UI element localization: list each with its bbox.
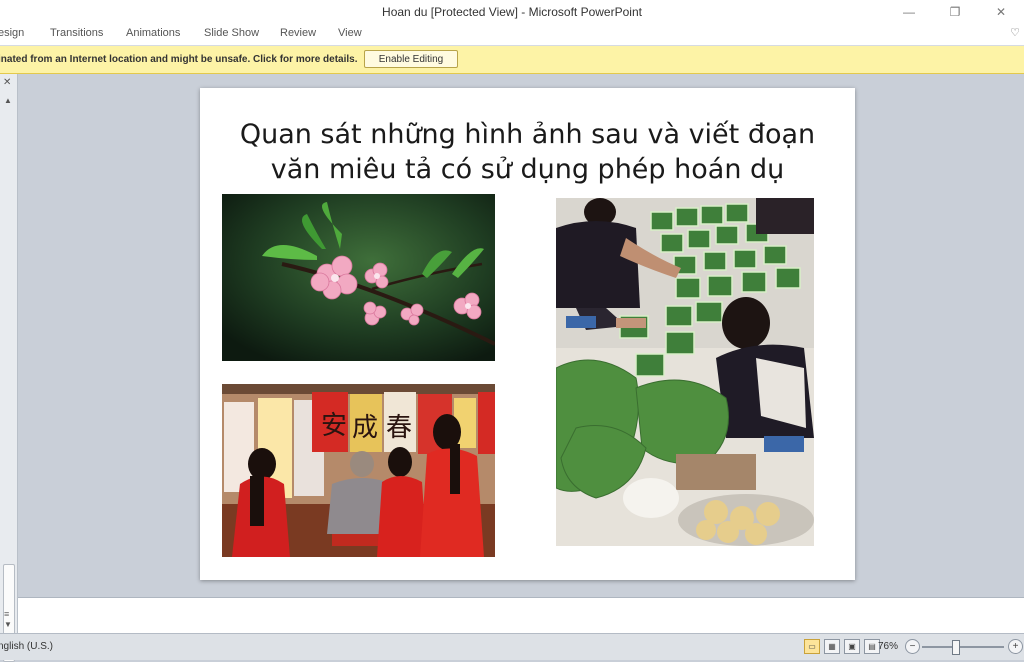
calligraphy-char-3: 春 <box>386 413 412 443</box>
slide[interactable]: Quan sát những hình ảnh sau và viết đoạn… <box>200 88 855 580</box>
enable-editing-button[interactable]: Enable Editing <box>364 50 458 68</box>
view-buttons: ▭ ▦ ▣ ▤ <box>804 639 880 654</box>
tab-animations[interactable]: Animations <box>126 27 180 39</box>
ribbon-tabs: esign Transitions Animations Slide Show … <box>0 23 1024 46</box>
reading-view-icon[interactable]: ▣ <box>844 639 860 654</box>
banh-chung-image <box>556 198 814 546</box>
tab-review[interactable]: Review <box>280 27 316 39</box>
minimize-icon[interactable]: — <box>886 0 932 23</box>
slides-pane: ✕ ▲ ≡ ▼ <box>0 74 18 662</box>
slide-title-line-2: văn miêu tả có sử dụng phép hoán dụ <box>270 154 785 185</box>
protected-view-message[interactable]: inated from an Internet location and mig… <box>0 54 358 65</box>
protected-view-bar: inated from an Internet location and mig… <box>0 46 1024 74</box>
calligraphy-image: 安 成 春 <box>222 384 495 557</box>
restore-icon[interactable]: ❐ <box>932 0 978 23</box>
calligraphy-char-2: 成 <box>352 413 378 443</box>
peach-blossom-image <box>222 194 495 361</box>
zoom-level[interactable]: 76% <box>878 641 898 652</box>
help-icon[interactable]: ♡ <box>1010 26 1020 39</box>
peach-blossom-photo[interactable] <box>222 194 495 361</box>
grip-icon: ≡ <box>4 609 10 619</box>
title-bar: Hoan du [Protected View] - Microsoft Pow… <box>0 0 1024 24</box>
notes-pane[interactable] <box>18 597 1024 634</box>
scroll-down-icon[interactable]: ▼ <box>4 620 12 629</box>
zoom-slider-track[interactable] <box>922 646 1004 648</box>
window-controls: — ❐ ✕ <box>886 0 1024 23</box>
tab-view[interactable]: View <box>338 27 362 39</box>
zoom-out-icon[interactable]: − <box>905 639 920 654</box>
window-title: Hoan du [Protected View] - Microsoft Pow… <box>382 5 642 19</box>
zoom-in-icon[interactable]: + <box>1008 639 1023 654</box>
scroll-up-icon[interactable]: ▲ <box>4 96 12 105</box>
tab-design[interactable]: esign <box>0 27 24 39</box>
slide-sorter-icon[interactable]: ▦ <box>824 639 840 654</box>
normal-view-icon[interactable]: ▭ <box>804 639 820 654</box>
close-icon[interactable]: ✕ <box>978 0 1024 23</box>
slide-title-line-1: Quan sát những hình ảnh sau và viết đoạn <box>239 119 816 150</box>
calligraphy-char-1: 安 <box>321 411 347 441</box>
language-indicator[interactable]: nglish (U.S.) <box>0 641 53 652</box>
banh-chung-wrapping-photo[interactable] <box>556 198 814 546</box>
zoom-slider-thumb[interactable] <box>952 640 960 655</box>
calligraphy-tet-photo[interactable]: 安 成 春 <box>222 384 495 557</box>
pane-close-icon[interactable]: ✕ <box>3 77 11 88</box>
tab-transitions[interactable]: Transitions <box>50 27 103 39</box>
status-bar: nglish (U.S.) ▭ ▦ ▣ ▤ 76% − + <box>0 633 1024 660</box>
slide-title[interactable]: Quan sát những hình ảnh sau và viết đoạn… <box>220 117 835 187</box>
tab-slide-show[interactable]: Slide Show <box>204 27 259 39</box>
